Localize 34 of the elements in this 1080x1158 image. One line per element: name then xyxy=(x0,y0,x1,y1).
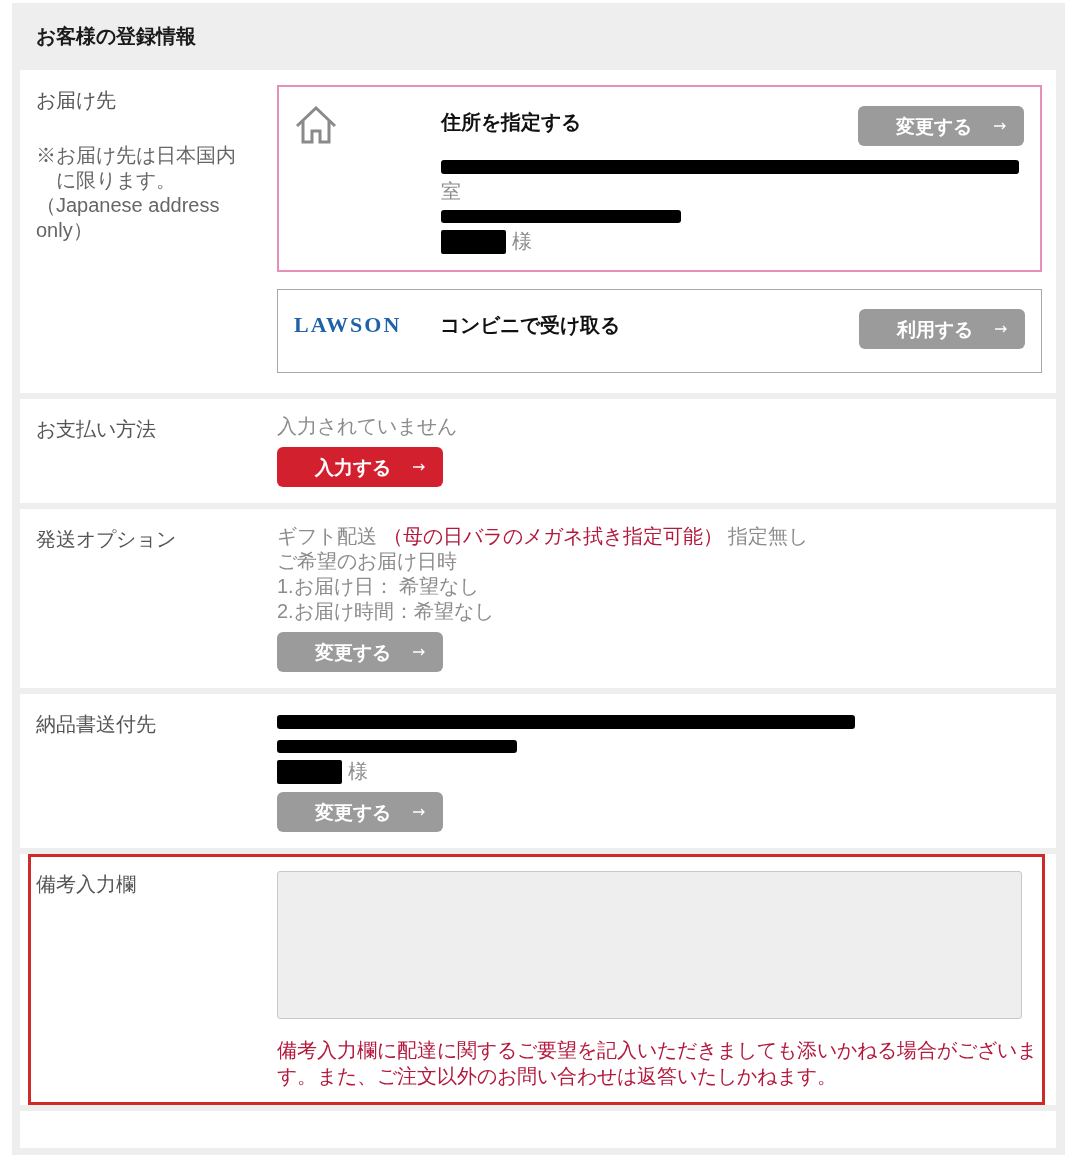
warning-text: 備考入力欄に配達に関するご要望を記入いただきましても添いかねる場合がございます。また、ご注文以外のお問い合わせは返答いたしかねます。 xyxy=(277,1038,1038,1089)
detail-text: 2.お届け時間：希望なし xyxy=(277,599,494,624)
field-label: 納品書送付先 xyxy=(36,712,157,737)
field-label: お届け先 xyxy=(36,88,117,113)
field-label: お支払い方法 xyxy=(36,417,157,442)
detail-text: 入力されていません xyxy=(277,414,457,439)
detail-text: 室 xyxy=(441,179,461,204)
detail-text: 様 xyxy=(512,229,532,254)
primary-button[interactable]: 入力する xyxy=(277,447,443,487)
detail-text: 1.お届け日： 希望なし xyxy=(277,574,480,599)
arrow-icon xyxy=(994,122,1006,130)
option-title: 住所を指定する xyxy=(441,109,581,135)
house-icon xyxy=(295,106,337,144)
redaction-bar xyxy=(441,229,506,254)
secondary-button[interactable]: 変更する xyxy=(858,106,1024,146)
secondary-button[interactable]: 変更する xyxy=(277,792,443,832)
arrow-icon xyxy=(413,463,425,471)
store-logo: LAWSON xyxy=(294,313,402,337)
secondary-button[interactable]: 利用する xyxy=(859,309,1025,349)
option-title: コンビニで受け取る xyxy=(440,312,620,338)
detail-text: 様 xyxy=(348,759,368,784)
arrow-icon xyxy=(413,808,425,816)
page-heading: お客様の登録情報 xyxy=(36,24,196,49)
note-text: ※お届け先は日本国内に限ります。 xyxy=(36,143,237,193)
arrow-icon xyxy=(995,325,1007,333)
detail-text: ご希望のお届け日時 xyxy=(277,549,457,574)
arrow-icon xyxy=(413,648,425,656)
field-label: 発送オプション xyxy=(36,527,177,552)
detail-text: ギフト配送 （母の日バラのメガネ拭き指定可能） 指定無し xyxy=(277,524,809,549)
redaction-bar xyxy=(277,759,342,784)
remarks-field[interactable] xyxy=(277,871,1022,1019)
field-label: 備考入力欄 xyxy=(36,872,137,897)
note-text: （Japanese address only） xyxy=(36,193,221,243)
secondary-button[interactable]: 変更する xyxy=(277,632,443,672)
